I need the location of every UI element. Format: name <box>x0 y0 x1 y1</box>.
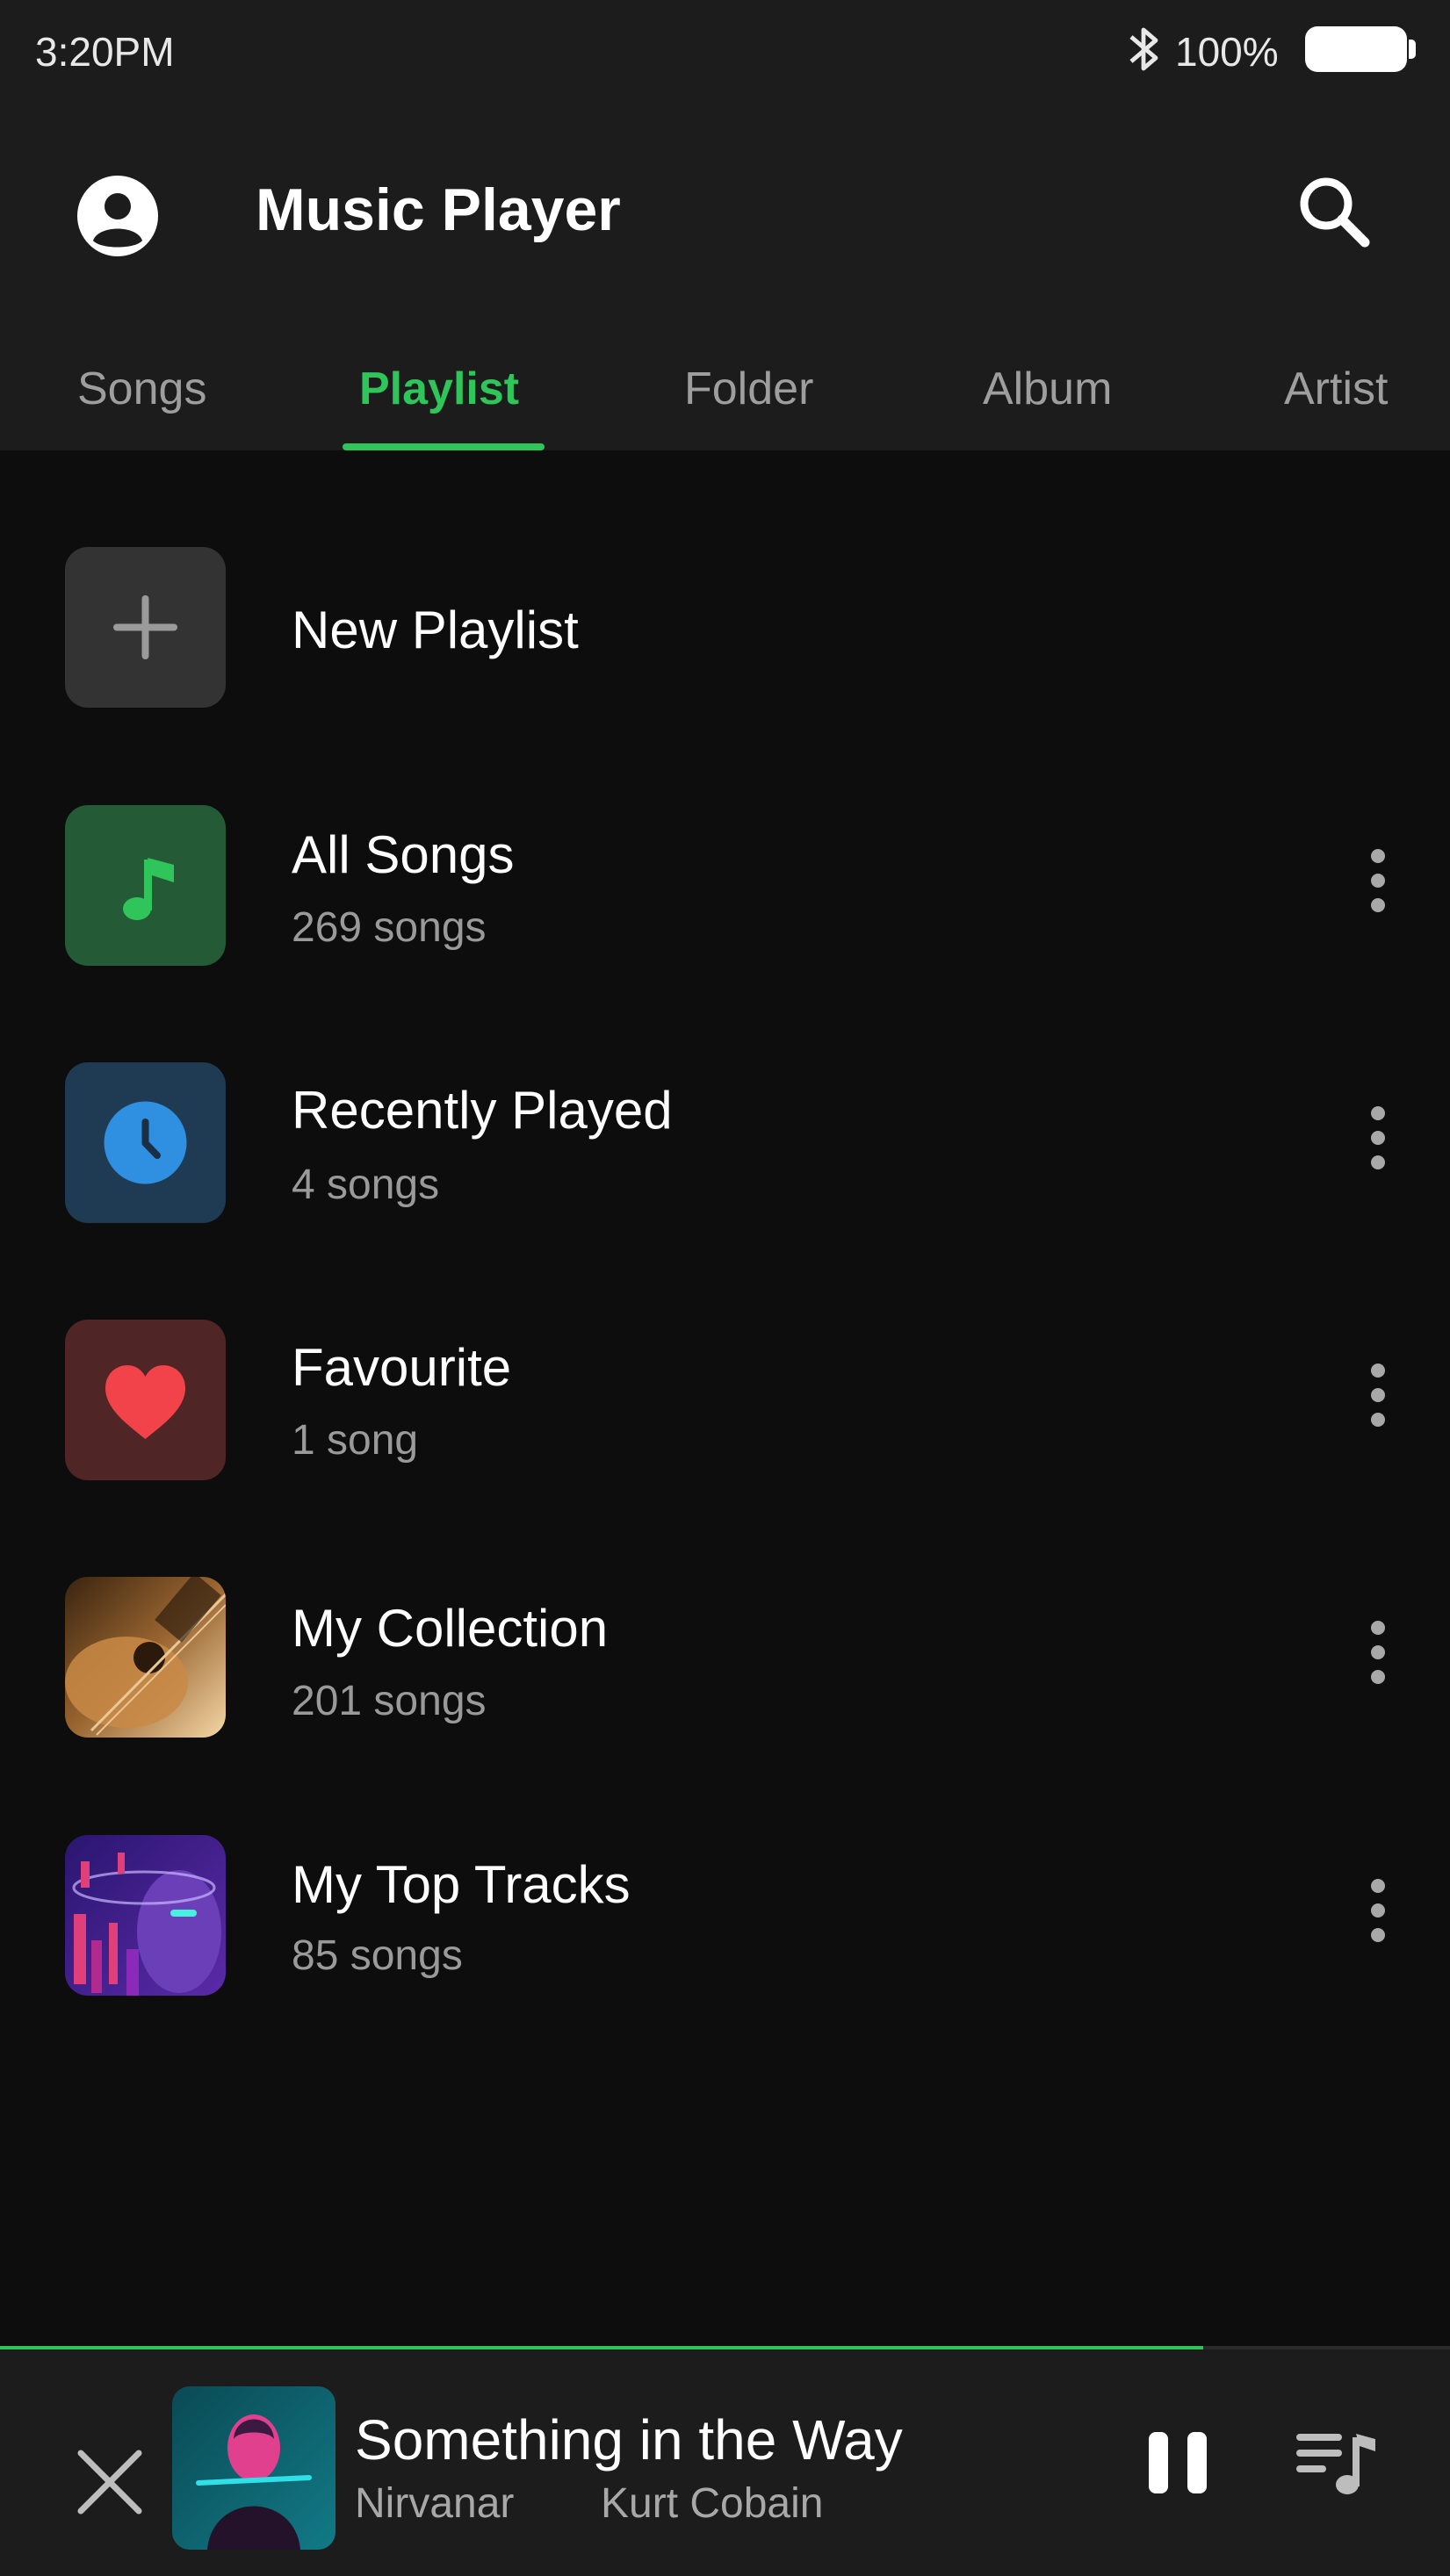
playlist-item-recently-played[interactable]: Recently Played 4 songs <box>0 1062 1450 1238</box>
playlist-name: Favourite <box>292 1338 512 1397</box>
status-bar: 3:20PM 100% <box>0 0 1450 105</box>
bluetooth-icon <box>1129 27 1158 71</box>
close-icon[interactable] <box>72 2444 148 2520</box>
playlist-name: All Songs <box>292 825 515 884</box>
playlist-name: My Top Tracks <box>292 1855 631 1914</box>
tab-artist[interactable]: Artist <box>1284 363 1388 415</box>
now-playing-artwork[interactable] <box>172 2386 335 2550</box>
tab-playlist[interactable]: Playlist <box>359 363 519 415</box>
more-options-icon[interactable] <box>1357 1364 1399 1437</box>
battery-percent: 100% <box>1175 29 1279 75</box>
queue-music-icon[interactable] <box>1293 2425 1377 2500</box>
more-options-icon[interactable] <box>1357 1106 1399 1180</box>
tab-songs[interactable]: Songs <box>77 363 206 415</box>
new-playlist-label: New Playlist <box>292 601 579 659</box>
playlist-name: My Collection <box>292 1599 609 1658</box>
playlist-count: 1 song <box>292 1417 419 1464</box>
playlist-count: 85 songs <box>292 1932 463 1979</box>
album-art-image <box>172 2386 335 2550</box>
playlist-count: 269 songs <box>292 904 487 951</box>
more-options-icon[interactable] <box>1357 1879 1399 1953</box>
music-note-icon <box>123 858 174 920</box>
account-icon[interactable] <box>76 174 160 258</box>
more-options-icon[interactable] <box>1357 849 1399 923</box>
playlist-item-all-songs[interactable]: All Songs 269 songs <box>0 805 1450 981</box>
tab-bar: Songs Playlist Folder Album Artist <box>0 347 1450 450</box>
now-playing-album: Nirvanar <box>355 2480 515 2527</box>
playlist-count: 4 songs <box>292 1162 440 1208</box>
playlist-item-favourite[interactable]: Favourite 1 song <box>0 1320 1450 1495</box>
header-area: 3:20PM 100% Music Player Songs Playlist … <box>0 0 1450 450</box>
guitar-artwork <box>65 1577 226 1738</box>
clock-icon <box>104 1101 187 1184</box>
playlist-item-my-collection[interactable]: My Collection 201 songs <box>0 1577 1450 1752</box>
new-playlist-tile <box>65 547 226 708</box>
active-tab-indicator <box>343 443 545 450</box>
mini-player[interactable]: Something in the Way Nirvanar Kurt Cobai… <box>0 2349 1450 2576</box>
new-playlist-row[interactable]: New Playlist <box>0 547 1450 723</box>
playlist-name: Recently Played <box>292 1081 673 1140</box>
more-options-icon[interactable] <box>1357 1621 1399 1695</box>
playlist-tile <box>65 1320 226 1480</box>
page-title: Music Player <box>256 176 621 243</box>
cyber-face-artwork <box>65 1835 226 1996</box>
tab-album[interactable]: Album <box>983 363 1112 415</box>
playlist-tile <box>65 1062 226 1223</box>
battery-icon <box>1305 26 1407 72</box>
plus-icon <box>113 595 177 659</box>
tab-folder[interactable]: Folder <box>684 363 813 415</box>
heart-icon <box>105 1365 185 1439</box>
now-playing-artist: Kurt Cobain <box>601 2480 824 2527</box>
pause-icon[interactable] <box>1143 2428 1212 2497</box>
cyber-face-image <box>65 1835 226 1996</box>
app-bar: Music Player <box>0 132 1450 294</box>
search-icon[interactable] <box>1291 169 1379 256</box>
playlist-tile <box>65 805 226 966</box>
guitar-image <box>65 1577 226 1738</box>
playlist-item-my-top-tracks[interactable]: My Top Tracks 85 songs <box>0 1835 1450 2011</box>
status-time: 3:20PM <box>35 29 175 75</box>
now-playing-title: Something in the Way <box>355 2408 903 2472</box>
battery-tip <box>1409 40 1416 59</box>
playlist-count: 201 songs <box>292 1678 487 1724</box>
